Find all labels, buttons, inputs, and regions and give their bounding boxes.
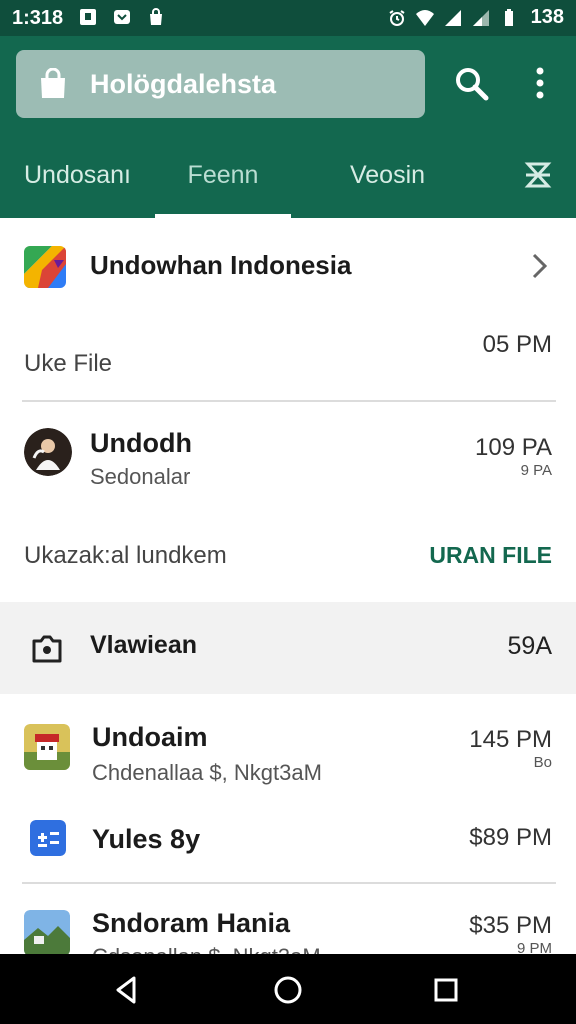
- avatar: [24, 428, 72, 476]
- more-vert-icon[interactable]: [526, 64, 554, 104]
- shopping-bag-icon: [41, 68, 65, 98]
- chevron-right-icon[interactable]: [528, 252, 552, 280]
- hourglass-icon: [524, 162, 552, 188]
- game-app-icon: [24, 724, 70, 770]
- calculator-app-icon: [30, 820, 66, 856]
- battery-icon: [504, 8, 513, 26]
- list-item-undoaim[interactable]: Undoaim Chdenallaa $, Nkgt3aM 145 PM Bo: [0, 694, 576, 800]
- content-list: Undowhan Indonesia Uke File 05 PM Undodh…: [0, 218, 576, 954]
- search-text: Holögdalehsta: [90, 69, 277, 99]
- header-title: Undowhan Indonesia: [90, 250, 352, 280]
- item3-sub: Cdsonallan $, Nkgt3aM: [92, 944, 321, 954]
- tab-undosani[interactable]: Undosanı: [0, 132, 155, 218]
- item1-time-small: Bo: [533, 754, 552, 771]
- tab-veosin[interactable]: Veosin: [310, 132, 465, 218]
- contact-time-small: 9 PA: [520, 462, 552, 479]
- status-bar: 1:318 138: [0, 0, 576, 36]
- section-action-button[interactable]: URAN FILE: [429, 542, 552, 569]
- contact-sub: Sedonalar: [90, 464, 191, 489]
- back-icon[interactable]: [108, 972, 144, 1008]
- section-label: Ukazak:al lundkem: [24, 542, 227, 569]
- tab-feenn[interactable]: Feenn: [155, 132, 291, 218]
- item2-time: $89 PM: [469, 824, 552, 851]
- signal-icon: [444, 9, 461, 26]
- app-bar: Holögdalehsta: [0, 36, 576, 132]
- home-icon[interactable]: [270, 972, 306, 1008]
- system-nav-bar: [0, 954, 576, 1024]
- tab-hourglass[interactable]: [500, 132, 576, 218]
- highlight-value: 59A: [507, 632, 552, 660]
- status-time: 1:318: [12, 7, 64, 29]
- contact-time: 109 PA: [475, 434, 552, 461]
- tab-bar: Undosanı Feenn Veosin: [0, 132, 576, 218]
- search-field[interactable]: Holögdalehsta: [16, 50, 425, 118]
- file-time: 05 PM: [482, 331, 552, 358]
- bag-notification-icon: [150, 8, 162, 25]
- contact-row[interactable]: Undodh Sedonalar 109 PA 9 PA: [0, 402, 576, 510]
- wifi-icon: [415, 9, 434, 26]
- signal2-icon: [472, 9, 489, 26]
- item1-title: Undoaim: [92, 722, 208, 752]
- section-row: Ukazak:al lundkem URAN FILE: [0, 510, 576, 602]
- maps-app-icon: [24, 246, 66, 288]
- list-item-header[interactable]: Undowhan Indonesia: [0, 218, 576, 314]
- notification-icon: [80, 9, 96, 25]
- message-icon: [114, 10, 130, 24]
- item3-title: Sndoram Hania: [92, 908, 291, 938]
- recents-icon[interactable]: [428, 972, 464, 1008]
- highlight-title: Vlawiean: [90, 631, 197, 659]
- search-icon[interactable]: [452, 64, 492, 104]
- camera-icon: [32, 635, 62, 663]
- item1-sub: Chdenallaa $, Nkgt3aM: [92, 760, 322, 785]
- list-item-sndoram[interactable]: Sndoram Hania Cdsonallan $, Nkgt3aM $35 …: [0, 884, 576, 954]
- highlight-row[interactable]: Vlawiean 59A: [0, 602, 576, 694]
- item3-time-small: 9 PM: [516, 940, 552, 954]
- status-right-text: 138: [530, 6, 564, 28]
- contact-name: Undodh: [90, 428, 192, 458]
- status-notification-icons: [78, 7, 166, 27]
- status-system-icons: 138: [387, 6, 564, 29]
- photos-app-icon: [24, 910, 70, 954]
- file-label: Uke File: [24, 350, 113, 377]
- file-row: Uke File 05 PM: [0, 314, 576, 400]
- item1-time: 145 PM: [469, 726, 552, 753]
- item2-title: Yules 8y: [92, 824, 201, 854]
- item3-time: $35 PM: [469, 912, 552, 939]
- alarm-icon: [389, 9, 405, 26]
- list-item-yules[interactable]: Yules 8y $89 PM: [0, 800, 576, 882]
